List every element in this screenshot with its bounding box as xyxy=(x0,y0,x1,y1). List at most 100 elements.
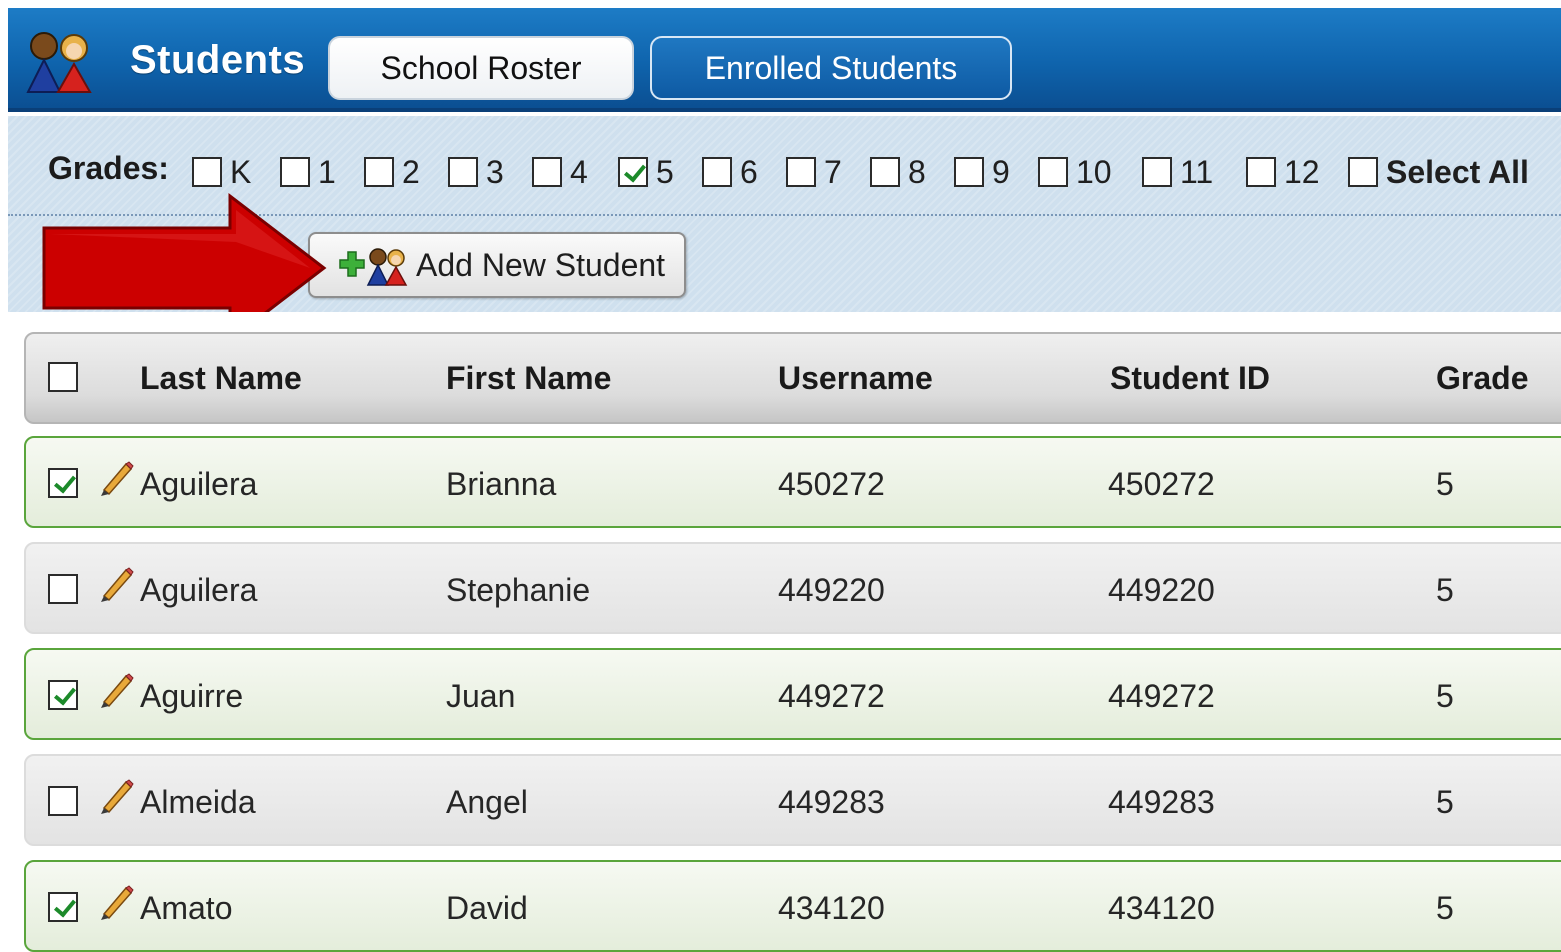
grade-checkbox-k[interactable] xyxy=(192,157,222,187)
grade-filter-10[interactable]: 10 xyxy=(1038,152,1112,192)
cell-last-name: Amato xyxy=(140,890,233,926)
table-row[interactable]: Amato David 434120 434120 5 xyxy=(24,860,1561,952)
grades-label: Grades: xyxy=(48,150,169,186)
table-row[interactable]: Aguilera Brianna 450272 450272 5 xyxy=(24,436,1561,528)
grade-label-5: 5 xyxy=(656,153,674,190)
grade-label-3: 3 xyxy=(486,153,504,190)
grade-checkbox-10[interactable] xyxy=(1038,157,1068,187)
grade-checkbox-2[interactable] xyxy=(364,157,394,187)
grade-filter-12[interactable]: 12 xyxy=(1246,152,1320,192)
grade-checkbox-6[interactable] xyxy=(702,157,732,187)
grade-label-11: 11 xyxy=(1180,153,1214,190)
cell-username: 434120 xyxy=(778,890,885,926)
row-checkbox[interactable] xyxy=(48,892,78,922)
grade-checkbox-4[interactable] xyxy=(532,157,562,187)
select-all-rows-checkbox[interactable] xyxy=(48,362,78,392)
column-header-grade[interactable]: Grade xyxy=(1436,360,1528,397)
students-table: Last Name First Name Username Student ID… xyxy=(0,312,1561,952)
cell-username: 450272 xyxy=(778,466,885,502)
grade-filter-11[interactable]: 11 xyxy=(1142,152,1213,192)
grade-checkbox-1[interactable] xyxy=(280,157,310,187)
select-all-label: Select All xyxy=(1386,153,1529,190)
grade-filter-5[interactable]: 5 xyxy=(618,152,674,192)
cell-last-name: Aguilera xyxy=(140,572,258,608)
cell-last-name: Aguilera xyxy=(140,466,258,502)
cell-student-id: 449220 xyxy=(1108,572,1215,608)
row-checkbox[interactable] xyxy=(48,468,78,498)
cell-first-name: Brianna xyxy=(446,466,557,502)
grade-label-8: 8 xyxy=(908,153,926,190)
grade-label-10: 10 xyxy=(1076,153,1112,190)
column-header-username[interactable]: Username xyxy=(778,360,933,397)
table-row[interactable]: Aguirre Juan 449272 449272 5 xyxy=(24,648,1561,740)
table-header-row: Last Name First Name Username Student ID… xyxy=(24,332,1561,424)
grade-filter-7[interactable]: 7 xyxy=(786,152,842,192)
grade-checkbox-8[interactable] xyxy=(870,157,900,187)
select-all-grades-checkbox[interactable] xyxy=(1348,157,1378,187)
cell-student-id: 449283 xyxy=(1108,784,1215,820)
cell-first-name: Stephanie xyxy=(446,572,591,608)
cell-last-name: Almeida xyxy=(140,784,256,820)
grade-filter-8[interactable]: 8 xyxy=(870,152,926,192)
grade-checkbox-5[interactable] xyxy=(618,157,648,187)
table-row[interactable]: Almeida Angel 449283 449283 5 xyxy=(24,754,1561,846)
add-student-icon xyxy=(339,248,408,286)
grade-checkbox-11[interactable] xyxy=(1142,157,1172,187)
cell-grade: 5 xyxy=(1436,466,1454,502)
pencil-edit-icon[interactable] xyxy=(98,778,134,816)
grade-filter-2[interactable]: 2 xyxy=(364,152,420,192)
grade-label-7: 7 xyxy=(824,153,842,190)
row-checkbox[interactable] xyxy=(48,786,78,816)
grade-filter-1[interactable]: 1 xyxy=(280,152,336,192)
grade-filter-select-all[interactable]: Select All xyxy=(1348,152,1529,192)
cell-student-id: 434120 xyxy=(1108,890,1215,926)
column-header-first-name[interactable]: First Name xyxy=(446,360,611,397)
cell-first-name: Juan xyxy=(446,678,516,714)
column-header-student-id[interactable]: Student ID xyxy=(1110,360,1270,397)
grade-filter-k[interactable]: K xyxy=(192,152,251,192)
pencil-edit-icon[interactable] xyxy=(98,672,134,710)
grade-label-k: K xyxy=(230,153,252,190)
cell-grade: 5 xyxy=(1436,890,1454,926)
cell-first-name: David xyxy=(446,890,528,926)
row-checkbox[interactable] xyxy=(48,574,78,604)
page-title: Students xyxy=(130,38,306,82)
cell-student-id: 450272 xyxy=(1108,466,1215,502)
students-app: Students School Roster Enrolled Students… xyxy=(0,0,1561,952)
tab-school-roster[interactable]: School Roster xyxy=(328,36,634,100)
pencil-edit-icon[interactable] xyxy=(98,884,134,922)
add-new-student-button[interactable]: Add New Student xyxy=(308,232,686,298)
cell-grade: 5 xyxy=(1436,572,1454,608)
cell-grade: 5 xyxy=(1436,678,1454,714)
grade-checkbox-7[interactable] xyxy=(786,157,816,187)
grade-checkbox-9[interactable] xyxy=(954,157,984,187)
table-row[interactable]: Aguilera Stephanie 449220 449220 5 xyxy=(24,542,1561,634)
tab-enrolled-students[interactable]: Enrolled Students xyxy=(650,36,1012,100)
column-header-last-name[interactable]: Last Name xyxy=(140,360,302,397)
grade-filter-9[interactable]: 9 xyxy=(954,152,1010,192)
grade-label-6: 6 xyxy=(740,153,758,190)
cell-student-id: 449272 xyxy=(1108,678,1215,714)
cell-username: 449220 xyxy=(778,572,885,608)
pencil-edit-icon[interactable] xyxy=(98,460,134,498)
header-bar: Students School Roster Enrolled Students xyxy=(8,8,1561,112)
cell-username: 449283 xyxy=(778,784,885,820)
grade-label-1: 1 xyxy=(318,153,336,190)
grade-label-12: 12 xyxy=(1284,153,1320,190)
cell-username: 449272 xyxy=(778,678,885,714)
add-new-student-label: Add New Student xyxy=(416,246,666,283)
row-checkbox[interactable] xyxy=(48,680,78,710)
grade-filter-6[interactable]: 6 xyxy=(702,152,758,192)
cell-first-name: Angel xyxy=(446,784,528,820)
cell-last-name: Aguirre xyxy=(140,678,244,714)
grade-label-9: 9 xyxy=(992,153,1010,190)
students-group-icon xyxy=(26,32,92,93)
grade-label-4: 4 xyxy=(570,153,588,190)
cell-grade: 5 xyxy=(1436,784,1454,820)
grade-label-2: 2 xyxy=(402,153,420,190)
grade-filter-4[interactable]: 4 xyxy=(532,152,588,192)
grade-checkbox-3[interactable] xyxy=(448,157,478,187)
pencil-edit-icon[interactable] xyxy=(98,566,134,604)
grade-filter-3[interactable]: 3 xyxy=(448,152,504,192)
grade-checkbox-12[interactable] xyxy=(1246,157,1276,187)
